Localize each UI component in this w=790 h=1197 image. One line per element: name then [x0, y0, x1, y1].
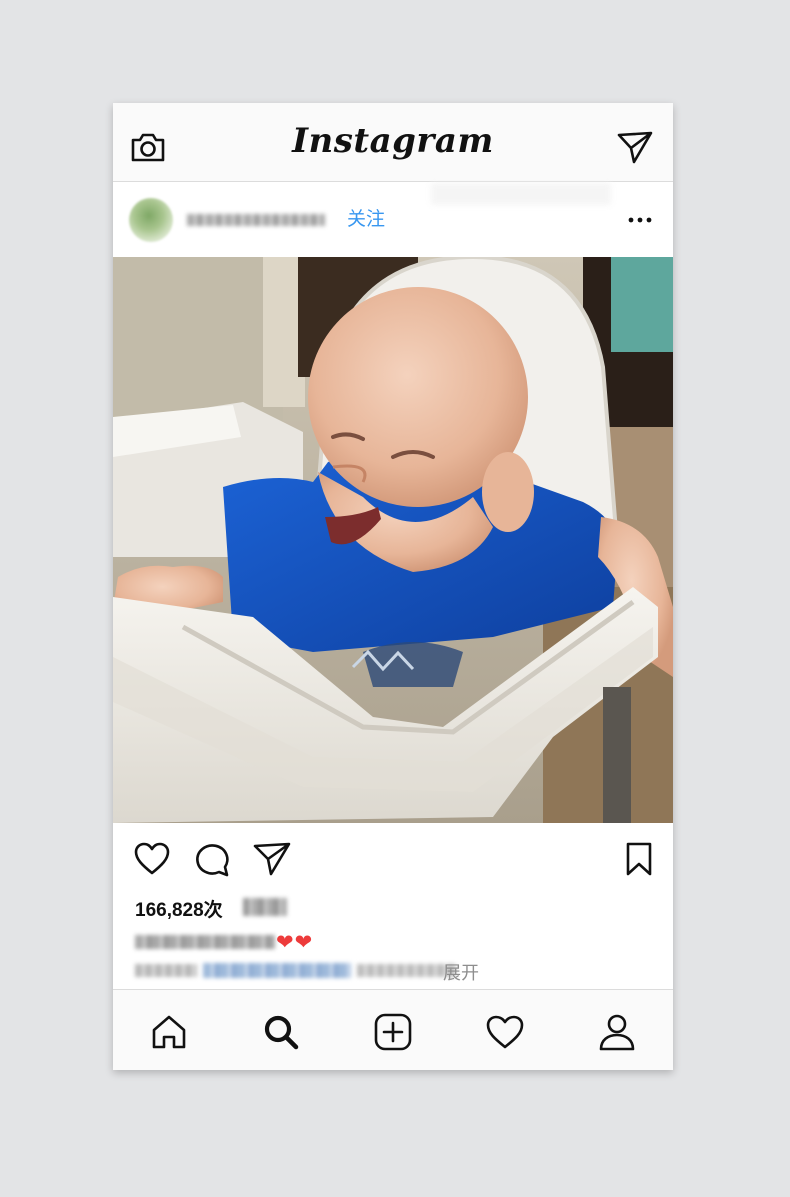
share-icon[interactable]	[253, 842, 291, 876]
top-bar: Instagram	[113, 103, 673, 182]
paper-plane-icon[interactable]	[617, 131, 653, 165]
app-logo: Instagram	[292, 121, 494, 161]
view-count: 166,828次	[135, 900, 223, 921]
redacted-text	[243, 898, 287, 916]
post-photo[interactable]	[113, 257, 673, 823]
comment-icon[interactable]	[193, 841, 231, 877]
caption-text-redacted	[135, 964, 197, 977]
home-icon[interactable]	[149, 1012, 189, 1052]
avatar[interactable]	[129, 198, 173, 242]
activity-heart-icon[interactable]	[485, 1012, 525, 1052]
caption-emoji: ❤❤	[276, 931, 314, 954]
heart-icon[interactable]	[133, 841, 171, 877]
search-icon[interactable]	[261, 1012, 301, 1052]
phone-frame: Instagram 关注 166,828次 ❤❤ 展开	[113, 103, 673, 1070]
bottom-nav	[113, 989, 673, 1070]
more-dots-icon[interactable]	[625, 210, 655, 230]
expand-caption-link[interactable]: 展开	[443, 959, 479, 985]
post-header: 关注	[113, 182, 673, 257]
post-actions: 166,828次 ❤❤ 展开	[113, 823, 673, 993]
add-post-icon[interactable]	[373, 1012, 413, 1052]
caption-text-redacted	[357, 964, 457, 977]
username-redacted[interactable]	[187, 214, 325, 226]
caption-mention-redacted[interactable]	[203, 963, 351, 978]
bookmark-icon[interactable]	[624, 841, 654, 877]
profile-icon[interactable]	[597, 1012, 637, 1052]
caption-username-redacted[interactable]	[135, 935, 275, 949]
follow-button[interactable]: 关注	[347, 209, 385, 231]
